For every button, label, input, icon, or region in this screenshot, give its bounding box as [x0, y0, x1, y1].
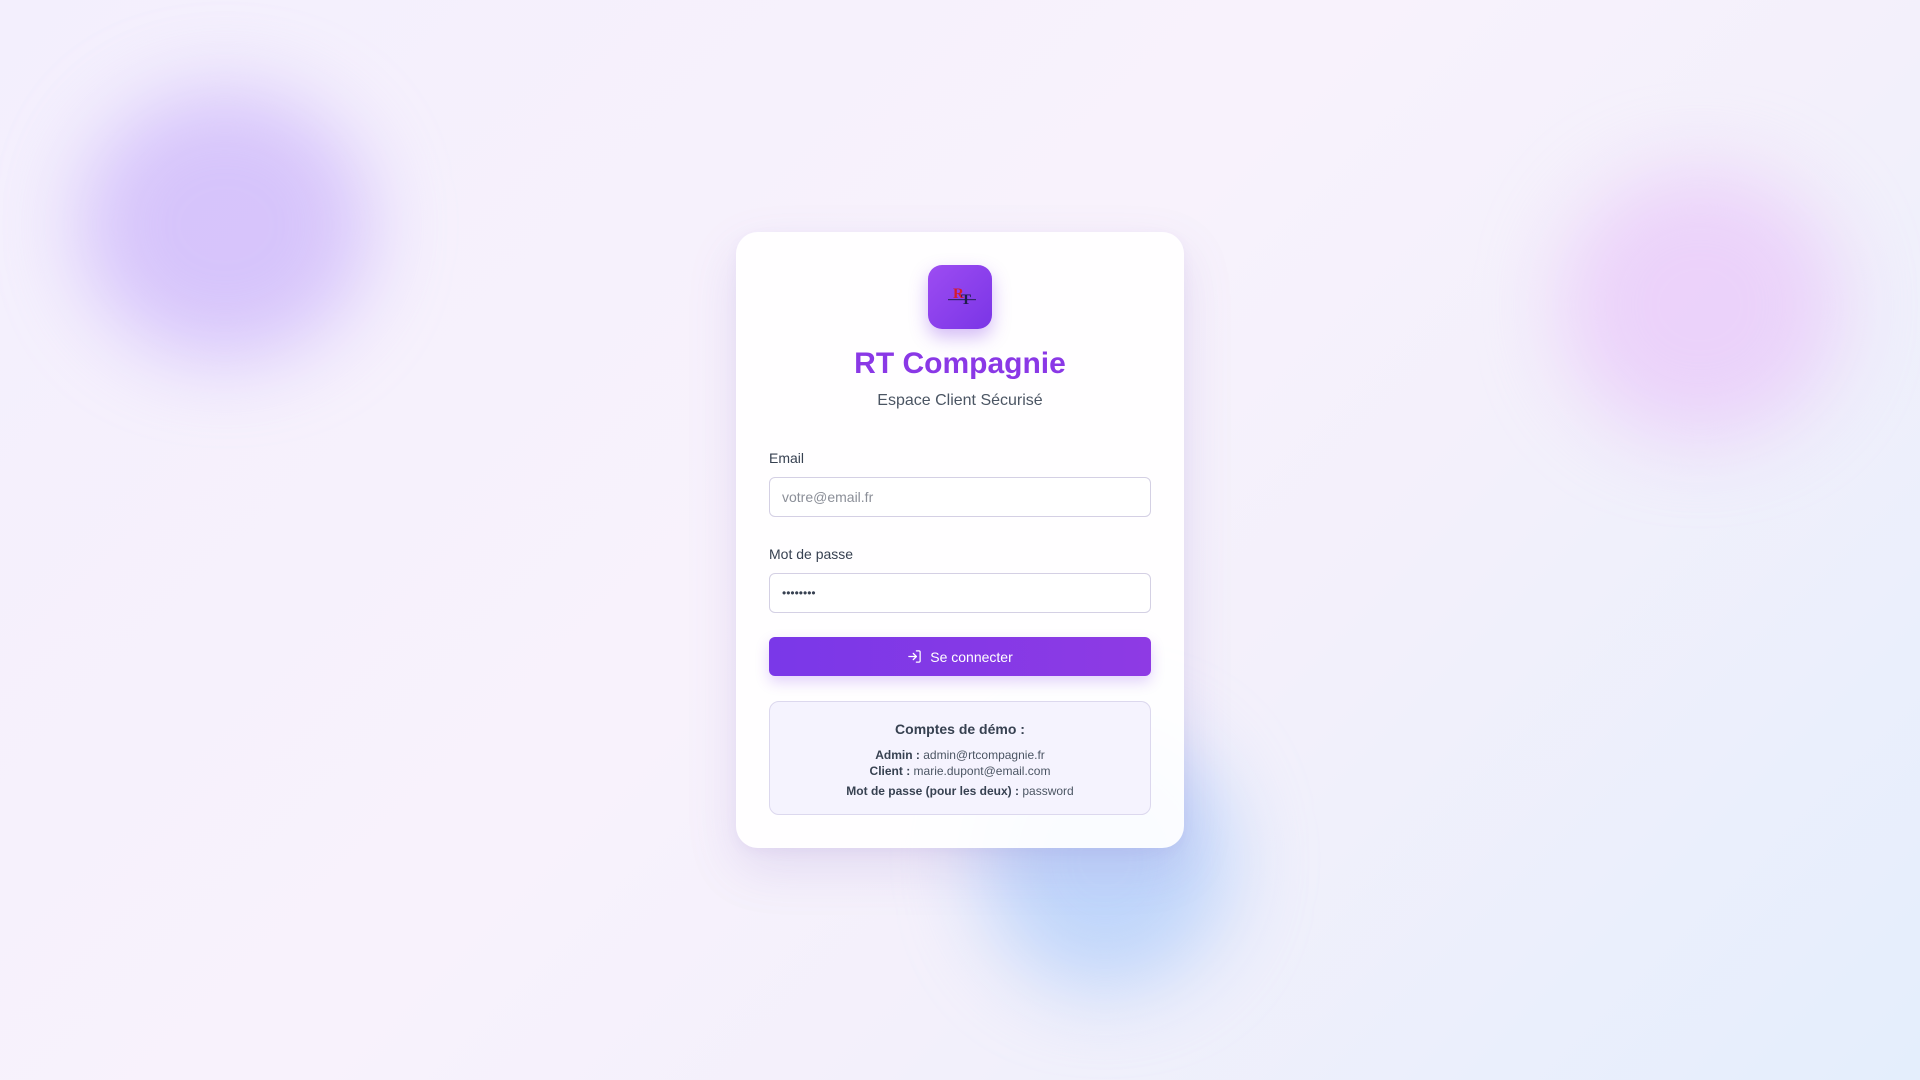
- background-blob-purple: [80, 90, 370, 360]
- email-field[interactable]: votre@email.fr: [769, 477, 1151, 517]
- login-page: R T RT Compagnie Espace Client Sécurisé …: [0, 0, 1920, 1080]
- login-button[interactable]: Se connecter: [769, 637, 1151, 676]
- demo-password-label: Mot de passe (pour les deux) :: [846, 784, 1019, 798]
- login-form: Email votre@email.fr Mot de passe ••••••…: [769, 449, 1151, 815]
- demo-admin-email: admin@rtcompagnie.fr: [923, 748, 1045, 762]
- login-button-label: Se connecter: [930, 648, 1013, 665]
- email-label: Email: [769, 450, 805, 466]
- rt-logo-icon: R T: [948, 286, 976, 308]
- brand-logo: R T: [928, 265, 992, 329]
- demo-password-value: password: [1022, 784, 1074, 798]
- password-label: Mot de passe: [769, 546, 854, 562]
- background-blob-pink: [1560, 170, 1840, 440]
- password-group: Mot de passe ••••••••: [769, 545, 1151, 613]
- demo-admin-label: Admin :: [875, 748, 920, 762]
- demo-password-line: Mot de passe (pour les deux) : password: [770, 783, 1150, 799]
- demo-admin-line: Admin : admin@rtcompagnie.fr: [770, 747, 1150, 763]
- demo-title: Comptes de démo :: [895, 721, 1025, 737]
- brand-subtitle: Espace Client Sécurisé: [877, 392, 1043, 409]
- demo-client-label: Client :: [869, 764, 911, 778]
- login-icon: [907, 649, 922, 664]
- brand-title: RT Compagnie: [854, 347, 1066, 380]
- login-card: R T RT Compagnie Espace Client Sécurisé …: [736, 232, 1184, 848]
- demo-client-line: Client : marie.dupont@email.com: [770, 763, 1150, 779]
- demo-client-email: marie.dupont@email.com: [913, 764, 1051, 778]
- email-group: Email votre@email.fr: [769, 449, 1151, 517]
- demo-accounts-box: Comptes de démo : Admin : admin@rtcompag…: [769, 701, 1151, 815]
- password-field[interactable]: ••••••••: [769, 573, 1151, 613]
